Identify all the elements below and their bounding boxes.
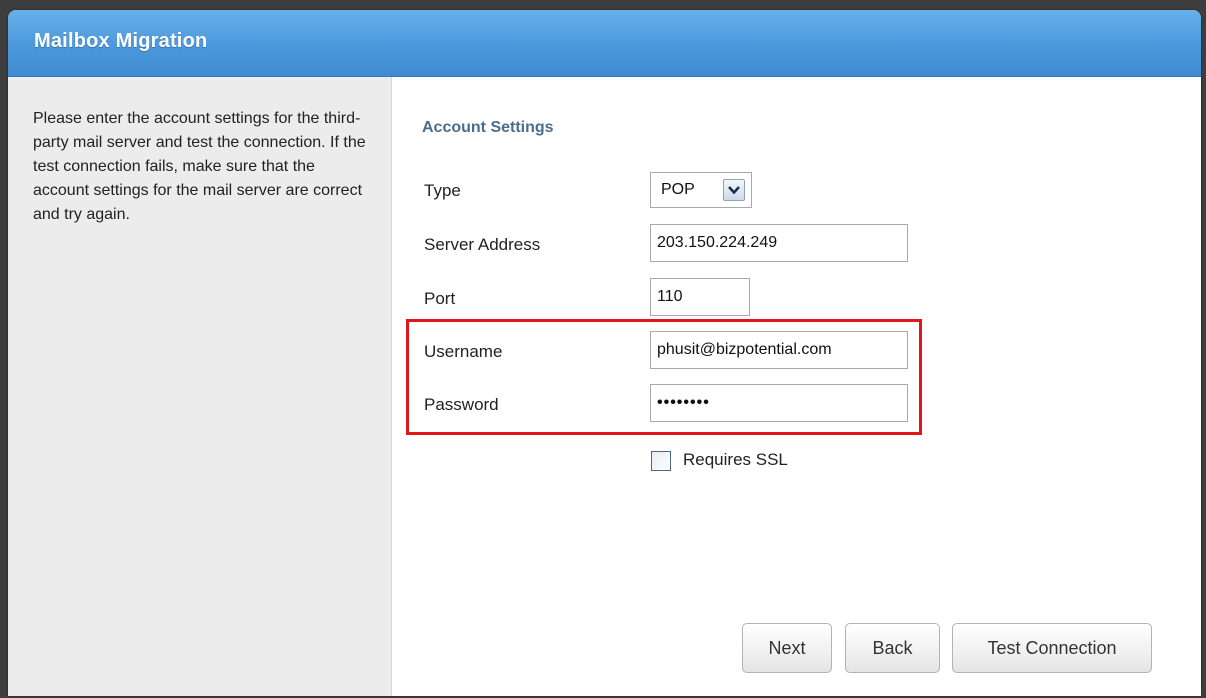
titlebar: Mailbox Migration [8, 10, 1201, 77]
next-button[interactable]: Next [742, 623, 832, 673]
account-settings-panel: Account Settings Type POP Server Address… [392, 77, 1201, 696]
port-input[interactable] [650, 278, 750, 316]
chevron-down-icon[interactable] [723, 179, 745, 201]
port-label: Port [424, 289, 456, 308]
password-label: Password [424, 395, 499, 414]
instructions-panel: Please enter the account settings for th… [8, 77, 392, 696]
type-label: Type [424, 181, 461, 200]
requires-ssl-label[interactable]: Requires SSL [683, 450, 788, 470]
test-connection-button[interactable]: Test Connection [952, 623, 1152, 673]
type-select[interactable]: POP [650, 172, 752, 208]
password-input[interactable] [650, 384, 908, 422]
section-title: Account Settings [422, 119, 554, 136]
type-select-value: POP [661, 181, 695, 198]
server-address-input[interactable] [650, 224, 908, 262]
instructions-text: Please enter the account settings for th… [33, 110, 366, 223]
dialog-window: Mailbox Migration Please enter the accou… [8, 10, 1201, 696]
server-address-label: Server Address [424, 235, 541, 254]
username-label: Username [424, 342, 503, 361]
back-button[interactable]: Back [845, 623, 940, 673]
dialog-title: Mailbox Migration [34, 30, 208, 52]
requires-ssl-checkbox[interactable] [651, 451, 671, 471]
username-input[interactable] [650, 331, 908, 369]
